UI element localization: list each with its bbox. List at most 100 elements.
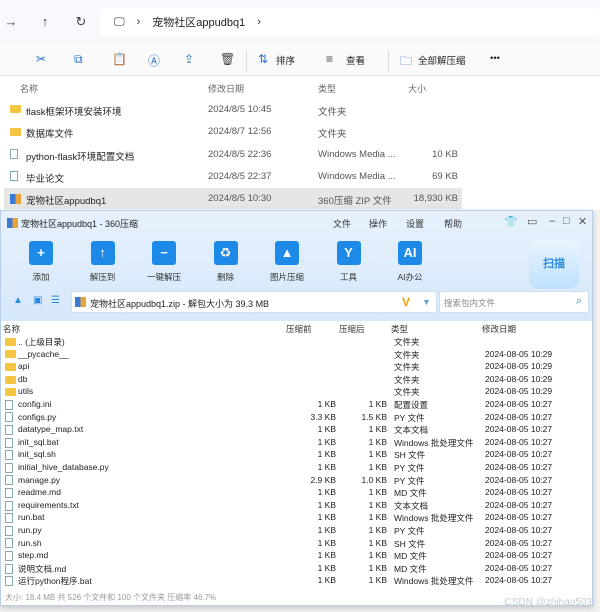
dropdown-icon[interactable]: ▼ (422, 297, 431, 307)
column-name[interactable]: 名称 (20, 82, 38, 95)
breadcrumb[interactable]: 🖵› 宠物社区appudbq1› (100, 8, 600, 36)
tool-button[interactable]: +添加 (11, 241, 71, 283)
rename-icon[interactable]: Ⓐ (148, 52, 160, 69)
file-icon (5, 538, 13, 548)
up-icon[interactable]: ↑ (36, 14, 54, 29)
archive-row[interactable]: manage.py 2.9 KB 1.0 KB PY 文件 2024-08-05… (1, 474, 592, 487)
archive-row[interactable]: initial_hive_database.py 1 KB 1 KB PY 文件… (1, 461, 592, 474)
sort-button[interactable]: 排序 (276, 53, 295, 67)
archive-row[interactable]: .. (上级目录) 文件夹 (1, 335, 592, 348)
file-date: 2024/8/5 22:36 (208, 149, 271, 160)
archive-row[interactable]: datatype_map.txt 1 KB 1 KB 文本文档 2024-08-… (1, 423, 592, 436)
column-modified[interactable]: 修改日期 (482, 323, 516, 335)
archive-row[interactable]: run.py 1 KB 1 KB PY 文件 2024-08-05 10:27 (1, 524, 592, 537)
entry-type: 文本文档 (394, 424, 428, 436)
file-icon (5, 425, 13, 435)
file-row[interactable]: 宠物社区appudbq1 2024/8/5 10:30 360压缩 ZIP 文件… (4, 188, 462, 209)
extract-icon: 🗀 (400, 52, 412, 73)
archive-row[interactable]: step.md 1 KB 1 KB MD 文件 2024-08-05 10:27 (1, 549, 592, 562)
entry-type: 文件夹 (394, 361, 420, 373)
chevron-right-icon: › (257, 16, 261, 28)
list-view-icon[interactable]: ☰ (51, 295, 60, 306)
entry-original-size: 1 KB (318, 563, 336, 573)
minimize-icon[interactable]: – (549, 215, 555, 227)
column-compressed-size[interactable]: 压缩后 (339, 323, 365, 335)
entry-name: readme.md (18, 487, 61, 497)
archive-row[interactable]: 说明文档.md 1 KB 1 KB MD 文件 2024-08-05 10:27 (1, 562, 592, 575)
archive-row[interactable]: init_sql.sh 1 KB 1 KB SH 文件 2024-08-05 1… (1, 448, 592, 461)
archive-row[interactable]: readme.md 1 KB 1 KB MD 文件 2024-08-05 10:… (1, 486, 592, 499)
entry-original-size: 1 KB (318, 462, 336, 472)
tool-icon: ♻ (214, 241, 238, 265)
scan-button[interactable]: 扫描 (529, 239, 579, 289)
column-name[interactable]: 名称 (3, 323, 20, 335)
entry-compressed-size: 1 KB (369, 462, 387, 472)
archive-row[interactable]: run.bat 1 KB 1 KB Windows 批处理文件 2024-08-… (1, 511, 592, 524)
file-icon (5, 501, 13, 511)
folder-icon (10, 128, 21, 136)
file-row[interactable]: 毕业论文 2024/8/5 22:37 Windows Media ... 69… (4, 166, 462, 187)
share-icon[interactable]: ⇪ (184, 52, 194, 66)
file-icon (5, 412, 13, 422)
maximize-icon[interactable]: □ (563, 215, 570, 227)
menu-file[interactable]: 文件 (333, 217, 351, 230)
refresh-icon[interactable]: ↻ (72, 14, 90, 30)
entry-date: 2024-08-05 10:27 (485, 399, 552, 409)
thumbnail-view-icon[interactable]: ▣ (33, 295, 42, 306)
feedback-icon[interactable]: ▭ (527, 215, 537, 228)
file-row[interactable]: python-flask环境配置文档 2024/8/5 22:36 Window… (4, 144, 462, 165)
column-type[interactable]: 类型 (318, 82, 336, 95)
search-icon[interactable]: ⌕ (576, 295, 582, 308)
entry-date: 2024-08-05 10:27 (485, 500, 552, 510)
forward-icon[interactable]: → (2, 14, 20, 29)
tool-button[interactable]: ♻删除 (196, 241, 256, 283)
v-logo-icon[interactable]: V (402, 295, 410, 309)
tool-button[interactable]: ▲图片压缩 (257, 241, 317, 283)
archive-row[interactable]: requirements.txt 1 KB 1 KB 文本文档 2024-08-… (1, 499, 592, 512)
tool-button[interactable]: AIAI办公 (380, 241, 440, 283)
file-type: 360压缩 ZIP 文件 (318, 193, 392, 207)
entry-compressed-size: 1 KB (369, 500, 387, 510)
archive-row[interactable]: db 文件夹 2024-08-05 10:29 (1, 373, 592, 386)
tool-icon: ▲ (275, 241, 299, 265)
entry-compressed-size: 1 KB (369, 487, 387, 497)
column-type[interactable]: 类型 (391, 323, 408, 335)
archive-row[interactable]: run.sh 1 KB 1 KB SH 文件 2024-08-05 10:27 (1, 537, 592, 550)
more-button[interactable]: ••• (490, 53, 500, 64)
menu-help[interactable]: 帮助 (444, 217, 462, 230)
archive-row[interactable]: config.ini 1 KB 1 KB 配置设置 2024-08-05 10:… (1, 398, 592, 411)
tool-button[interactable]: −一键解压 (134, 241, 194, 283)
breadcrumb-item[interactable]: 宠物社区appudbq1 (152, 14, 245, 30)
delete-icon[interactable]: 🗑 (220, 52, 235, 66)
extract-all-button[interactable]: 全部解压缩 (418, 53, 466, 67)
column-size[interactable]: 大小 (408, 82, 426, 95)
file-row[interactable]: flask框架环境安装环境 2024/8/5 10:45 文件夹 (4, 99, 462, 120)
column-date[interactable]: 修改日期 (208, 82, 244, 95)
up-level-icon[interactable]: ▲ (13, 295, 23, 306)
entry-date: 2024-08-05 10:29 (485, 374, 552, 384)
archive-row[interactable]: 运行python程序.bat 1 KB 1 KB Windows 批处理文件 2… (1, 574, 592, 587)
archive-row[interactable]: utils 文件夹 2024-08-05 10:29 (1, 385, 592, 398)
archive-row[interactable]: configs.py 3.3 KB 1.5 KB PY 文件 2024-08-0… (1, 411, 592, 424)
archive-row[interactable]: init_sql.bat 1 KB 1 KB Windows 批处理文件 202… (1, 436, 592, 449)
close-icon[interactable]: ✕ (578, 215, 587, 228)
tool-button[interactable]: Y工具 (319, 241, 379, 283)
path-bar[interactable]: 宠物社区appudbq1.zip - 解包大小为 39.3 MB V ▼ (71, 291, 437, 313)
tool-button[interactable]: ↑解压到 (73, 241, 133, 283)
file-date: 2024/8/7 12:56 (208, 126, 271, 137)
skin-icon[interactable]: 👕 (504, 215, 518, 228)
search-input[interactable]: 搜索包内文件 ⌕ (439, 291, 589, 313)
file-row[interactable]: 数据库文件 2024/8/7 12:56 文件夹 (4, 121, 462, 142)
copy-icon[interactable]: ⧉ (74, 52, 83, 67)
entry-name: db (18, 374, 27, 384)
cut-icon[interactable]: ✂ (36, 52, 46, 66)
menu-settings[interactable]: 设置 (406, 217, 424, 230)
archive-row[interactable]: api 文件夹 2024-08-05 10:29 (1, 360, 592, 373)
paste-icon[interactable]: 📋 (112, 52, 127, 66)
menu-action[interactable]: 操作 (369, 217, 387, 230)
view-button[interactable]: 查看 (346, 53, 365, 67)
entry-type: 文件夹 (394, 336, 420, 348)
tool-icon: AI (398, 241, 422, 265)
archive-row[interactable]: __pycache__ 文件夹 2024-08-05 10:29 (1, 348, 592, 361)
column-original-size[interactable]: 压缩前 (286, 323, 312, 335)
